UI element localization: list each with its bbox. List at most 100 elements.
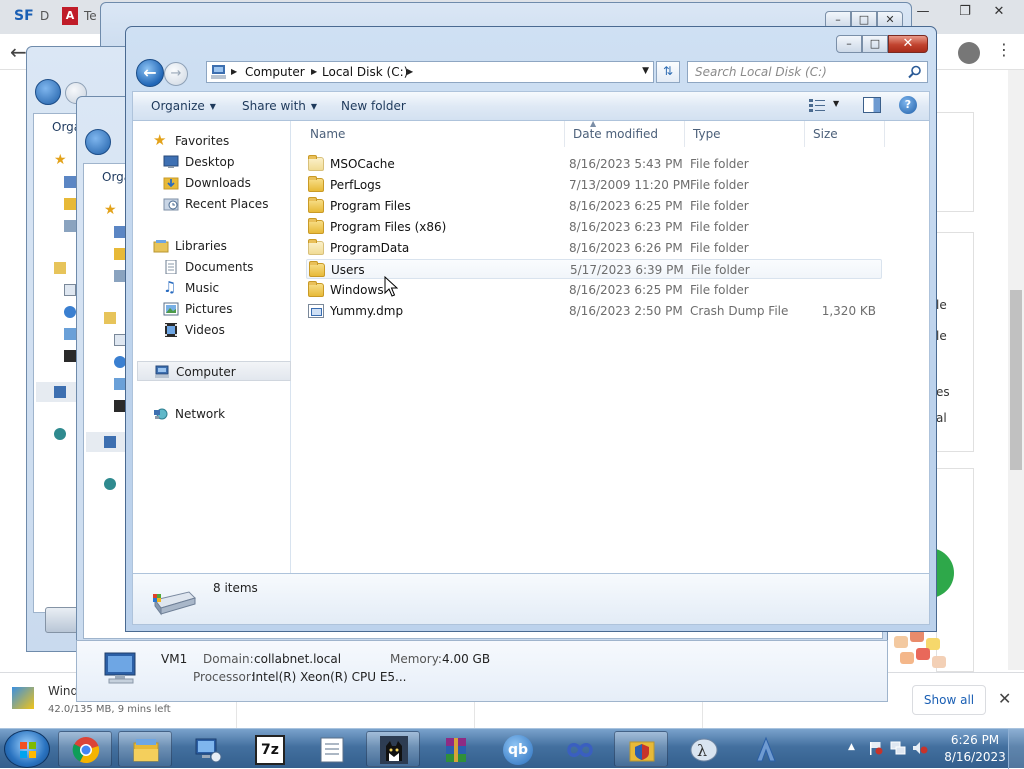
column-header-name[interactable]: Name xyxy=(302,121,565,147)
nav-downloads[interactable]: Downloads xyxy=(163,173,283,193)
file-type: File folder xyxy=(690,157,749,171)
address-dropdown-icon[interactable]: ▼ xyxy=(642,66,649,76)
volume-muted-icon[interactable] xyxy=(912,741,928,755)
taskbar-lambda-app[interactable]: λ xyxy=(676,731,730,767)
network-tray-icon[interactable] xyxy=(890,741,906,755)
chevron-down-icon[interactable]: ▼ xyxy=(833,99,839,108)
taskbar-remote-desktop[interactable] xyxy=(180,731,234,767)
share-with-button[interactable]: Share with ▼ xyxy=(242,99,317,113)
start-button[interactable] xyxy=(4,730,50,768)
column-label: Size xyxy=(813,127,838,141)
column-header-date[interactable]: Date modified xyxy=(565,121,685,147)
recent-icon xyxy=(64,220,76,232)
item-count: 8 items xyxy=(213,581,258,595)
address-bar[interactable]: ▶ Computer ▶ Local Disk (C:) ▶ ▼ xyxy=(206,61,654,83)
breadcrumb-computer[interactable]: Computer xyxy=(245,65,305,79)
taskbar-pen-app[interactable] xyxy=(738,731,792,767)
refresh-button[interactable]: ⇅ xyxy=(656,61,680,83)
back-icon[interactable] xyxy=(35,79,61,105)
minimize-icon[interactable]: — xyxy=(910,2,936,22)
taskbar-folder-shield-app[interactable] xyxy=(614,731,668,767)
show-all-button[interactable]: Show all xyxy=(912,685,986,715)
nav-libraries[interactable]: Libraries xyxy=(153,236,283,256)
breadcrumb-chevron-icon[interactable]: ▶ xyxy=(231,67,237,76)
show-desktop-button[interactable] xyxy=(1008,729,1024,769)
file-row[interactable]: MSOCache 8/16/2023 5:43 PM File folder xyxy=(306,154,882,174)
browser-tab-d[interactable]: D xyxy=(40,9,49,23)
file-date: 8/16/2023 6:25 PM xyxy=(569,199,683,213)
taskbar-qbittorrent[interactable]: qb xyxy=(490,731,544,767)
taskbar-infinity-app[interactable] xyxy=(552,731,606,767)
taskbar-7zip[interactable]: 7z xyxy=(242,731,296,767)
search-box[interactable]: Search Local Disk (C:) xyxy=(687,61,928,83)
nav-pictures[interactable]: Pictures xyxy=(163,299,283,319)
new-folder-button[interactable]: New folder xyxy=(341,99,406,113)
music-icon: ♫ xyxy=(163,278,177,296)
file-row[interactable]: ProgramData 8/16/2023 6:26 PM File folder xyxy=(306,238,882,258)
taskbar-notepad[interactable] xyxy=(304,731,358,767)
browser-tab-sf[interactable]: SF xyxy=(14,8,34,24)
taskbar-cat-app[interactable] xyxy=(366,731,420,767)
back-button[interactable]: ← xyxy=(136,59,164,87)
breadcrumb-chevron-icon[interactable]: ▶ xyxy=(311,67,317,76)
web-card-text: es xyxy=(936,385,950,399)
nav-label: Music xyxy=(185,281,220,295)
desktop-icon xyxy=(64,176,76,188)
adobe-icon[interactable]: A xyxy=(62,7,78,25)
nav-music[interactable]: ♫ Music xyxy=(163,278,283,298)
taskbar-chrome[interactable] xyxy=(58,731,112,767)
preview-pane-icon[interactable] xyxy=(863,97,881,113)
libraries-icon xyxy=(104,312,116,324)
taskbar-winrar[interactable] xyxy=(428,731,482,767)
nav-recent-places[interactable]: Recent Places xyxy=(163,194,288,214)
restore-icon[interactable]: ❐ xyxy=(952,2,978,22)
close-icon[interactable]: ✕ xyxy=(986,2,1012,22)
7zip-icon: 7z xyxy=(255,735,285,765)
file-name: Program Files (x86) xyxy=(330,220,447,234)
views-icon[interactable] xyxy=(809,98,827,112)
file-row[interactable]: Yummy.dmp 8/16/2023 2:50 PM Crash Dump Fil… xyxy=(306,301,882,321)
browser-tab-t[interactable]: Te xyxy=(84,9,97,23)
file-row[interactable]: PerfLogs 7/13/2009 11:20 PM File folder xyxy=(306,175,882,195)
taskbar-file-explorer[interactable] xyxy=(118,731,172,767)
file-row[interactable]: Program Files 8/16/2023 6:25 PM File folde… xyxy=(306,196,882,216)
breadcrumb-local-disk[interactable]: Local Disk (C:) xyxy=(322,65,408,79)
close-icon[interactable]: ✕ xyxy=(888,35,928,53)
show-hidden-icons-icon[interactable]: ▲ xyxy=(848,742,855,752)
kebab-menu-icon[interactable]: ⋮ xyxy=(996,40,1012,59)
folder-icon xyxy=(308,218,324,234)
organize-button[interactable]: Organize ▼ xyxy=(151,99,216,113)
back-icon[interactable] xyxy=(85,129,111,155)
nav-desktop[interactable]: Desktop xyxy=(163,152,283,172)
search-placeholder[interactable]: Search Local Disk (C:) xyxy=(695,65,827,79)
nav-computer[interactable]: Computer xyxy=(137,361,291,381)
breadcrumb-chevron-icon[interactable]: ▶ xyxy=(407,67,413,76)
mouse-cursor-icon xyxy=(384,276,398,297)
close-icon[interactable]: ✕ xyxy=(998,689,1011,708)
help-icon[interactable]: ? xyxy=(899,96,917,114)
minimize-icon[interactable]: – xyxy=(836,35,862,53)
flag-alert-icon[interactable] xyxy=(868,741,884,755)
clock-time[interactable]: 6:26 PM xyxy=(940,733,1010,747)
download-name[interactable]: Wind xyxy=(48,684,78,698)
file-name: MSOCache xyxy=(330,157,395,171)
dump-file-icon xyxy=(308,304,324,318)
column-header-size[interactable]: Size xyxy=(805,121,885,147)
browser-scroll-thumb[interactable] xyxy=(1010,290,1022,470)
forward-button[interactable]: → xyxy=(164,62,188,86)
winrar-icon xyxy=(446,738,466,762)
nav-label: Downloads xyxy=(185,176,251,190)
pictures-icon xyxy=(163,302,179,316)
column-header-type[interactable]: Type xyxy=(685,121,805,147)
file-row[interactable]: Program Files (x86) 8/16/2023 6:23 PM File… xyxy=(306,217,882,237)
nav-favorites[interactable]: ★ Favorites xyxy=(153,131,283,151)
profile-avatar[interactable] xyxy=(958,42,980,64)
nav-label: Recent Places xyxy=(185,197,269,211)
nav-videos[interactable]: Videos xyxy=(163,320,283,340)
back-arrow-icon[interactable]: ← xyxy=(10,40,27,64)
nav-network[interactable]: Network xyxy=(153,404,283,424)
nav-documents[interactable]: Documents xyxy=(163,257,283,277)
clock-date[interactable]: 8/16/2023 xyxy=(940,750,1010,764)
search-icon[interactable] xyxy=(908,65,922,79)
maximize-icon[interactable]: □ xyxy=(862,35,888,53)
